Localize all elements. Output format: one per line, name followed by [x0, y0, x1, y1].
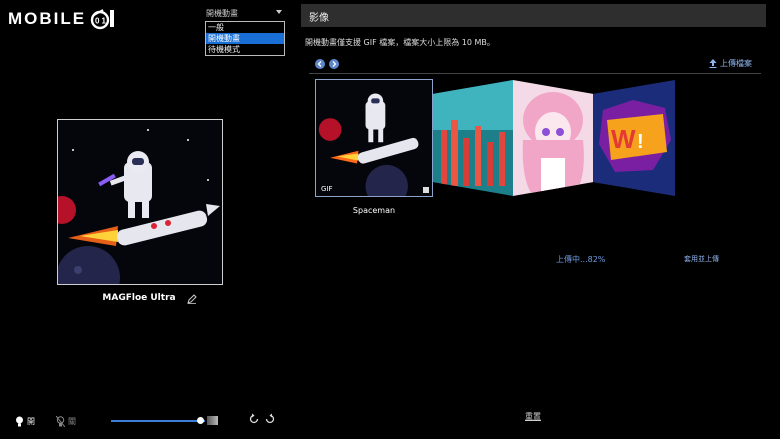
- gif-badge: GIF: [321, 185, 333, 193]
- spaceman-preview-image: [58, 129, 220, 284]
- brand-logo: MOBILE 01: [8, 7, 148, 31]
- device-preview: [57, 119, 223, 285]
- panel-header: [301, 4, 766, 27]
- brightness-slider-thumb[interactable]: [197, 417, 204, 424]
- checkbox-icon[interactable]: [423, 187, 429, 193]
- rotate-right-icon[interactable]: [264, 413, 276, 425]
- upload-file-button[interactable]: 上傳檔案: [709, 58, 752, 69]
- edit-icon[interactable]: [187, 294, 197, 304]
- divider: [309, 73, 761, 74]
- brightness-slider-track[interactable]: [111, 420, 205, 422]
- carousel-item-caption: Spaceman: [352, 206, 396, 215]
- apply-and-upload-button[interactable]: 套用並上傳: [684, 254, 719, 264]
- upload-progress-text: 上傳中...82%: [556, 255, 606, 264]
- logo-badge-text: 01: [95, 17, 108, 26]
- svg-text:!: !: [637, 131, 644, 153]
- logo-badge-icon: 01: [90, 9, 115, 30]
- lightbulb-icon: [16, 416, 23, 426]
- lightbulb-off-icon: [56, 415, 65, 427]
- spaceman-thumbnail-image: [318, 93, 419, 196]
- wow-comic-thumbnail-image: W !: [593, 80, 675, 196]
- dropdown-option-standby[interactable]: 待機模式: [206, 44, 284, 55]
- carousel-item-anime[interactable]: [513, 80, 593, 196]
- dropdown-option-boot-animation[interactable]: 開機動畫: [206, 33, 284, 44]
- panel-title: 影像: [309, 13, 329, 24]
- chevron-down-icon[interactable]: [276, 9, 282, 15]
- anime-girl-thumbnail-image: [513, 80, 593, 196]
- chevron-right-icon: [332, 61, 337, 67]
- light-off-toggle[interactable]: 關: [56, 415, 86, 427]
- carousel-next-button[interactable]: [329, 59, 339, 69]
- light-on-label: 開: [27, 416, 35, 426]
- upload-hint-text: 開機動畫僅支援 GIF 檔案，檔案大小上限為 10 MB。: [305, 38, 495, 47]
- upload-file-label: 上傳檔案: [720, 59, 752, 68]
- rotate-left-icon[interactable]: [248, 413, 260, 425]
- mode-dropdown[interactable]: 開機動畫: [206, 8, 282, 20]
- svg-text:W: W: [611, 124, 636, 154]
- logo-text: MOBILE: [8, 9, 87, 28]
- chevron-left-icon: [317, 61, 322, 67]
- upload-icon: [709, 59, 717, 68]
- light-off-label: 關: [68, 416, 76, 426]
- carousel-prev-button[interactable]: [315, 59, 325, 69]
- carousel-item-selected[interactable]: [315, 79, 433, 197]
- carousel-item-coral[interactable]: [433, 80, 513, 196]
- reset-button[interactable]: 重置: [525, 411, 541, 422]
- coral-thumbnail-image: [433, 80, 513, 196]
- brightness-swatch: [207, 416, 218, 425]
- mode-dropdown-list: 一般 開機動畫 待機模式: [205, 21, 285, 56]
- dropdown-option-normal[interactable]: 一般: [206, 22, 284, 33]
- carousel-item-wow[interactable]: W !: [593, 80, 675, 196]
- light-on-toggle[interactable]: 開: [15, 415, 45, 427]
